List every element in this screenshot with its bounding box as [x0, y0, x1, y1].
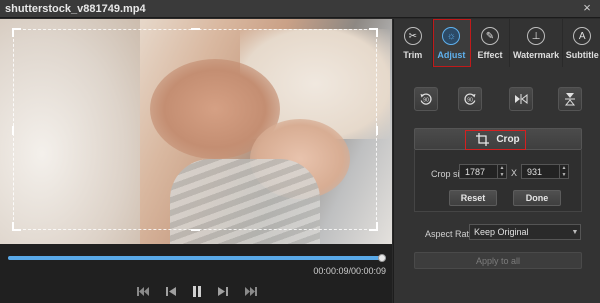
progress-bar[interactable]	[8, 254, 386, 262]
subtitle-icon: A	[573, 27, 592, 45]
crop-handle-bottom-right[interactable]	[369, 222, 378, 231]
crop-handle-right[interactable]	[376, 126, 378, 135]
tab-label: Subtitle	[565, 50, 599, 60]
rotate-right-90-icon: 90	[464, 93, 476, 105]
edit-panel: ✂ Trim ☼ Adjust ✎ Effect ⊥ Watermark A S…	[393, 19, 600, 303]
tab-adjust[interactable]: ☼ Adjust	[432, 19, 472, 67]
rotate-right-button[interactable]: 90	[458, 87, 482, 111]
playback-controls	[0, 280, 392, 303]
rotate-left-label: 90	[423, 97, 429, 103]
video-frame	[0, 19, 392, 244]
skip-forward-icon	[245, 286, 257, 296]
tab-label: Effect	[477, 50, 503, 60]
crop-handle-bottom[interactable]	[191, 229, 200, 231]
crop-settings: Crop size: 1787 ▲ ▼ X 931 ▲ ▼ Reset Done	[414, 150, 582, 212]
rotate-right-label: 90	[467, 97, 473, 103]
crop-handle-top[interactable]	[191, 28, 200, 30]
rotate-left-button[interactable]: 90	[414, 87, 438, 111]
pause-icon	[193, 285, 201, 297]
skip-forward-button[interactable]	[243, 284, 259, 298]
flip-vertical-button[interactable]	[558, 87, 582, 111]
edit-tabs: ✂ Trim ☼ Adjust ✎ Effect ⊥ Watermark A S…	[394, 19, 600, 67]
chevron-down-icon: ▼	[571, 228, 579, 236]
tab-watermark[interactable]: ⊥ Watermark	[510, 19, 564, 67]
progress-handle[interactable]	[378, 254, 386, 262]
aspect-ratio-select[interactable]: Keep Original ▼	[469, 224, 581, 240]
crop-handle-top-right[interactable]	[369, 28, 378, 37]
decrement-icon[interactable]: ▼	[498, 172, 506, 179]
scissors-icon: ✂	[403, 27, 422, 45]
prev-frame-icon	[166, 286, 176, 296]
pause-button[interactable]	[189, 284, 205, 298]
tab-label: Trim	[403, 50, 423, 60]
flip-horizontal-icon	[515, 93, 528, 105]
crop-width-value[interactable]: 1787	[460, 167, 497, 177]
crop-section-header[interactable]: Crop	[414, 128, 582, 150]
brightness-icon: ☼	[442, 27, 461, 45]
title-bar: shutterstock_v881749.mp4 ×	[0, 0, 600, 18]
watermark-icon: ⊥	[527, 27, 546, 45]
done-button[interactable]: Done	[513, 190, 561, 206]
crop-height-stepper[interactable]: 931 ▲ ▼	[521, 164, 569, 179]
crop-rectangle[interactable]	[12, 28, 378, 231]
rotate-flip-buttons: 90 90	[414, 87, 584, 111]
crop-handle-bottom-left[interactable]	[12, 222, 21, 231]
time-display: 00:00:09/00:00:09	[313, 266, 386, 276]
window-title: shutterstock_v881749.mp4	[5, 3, 146, 15]
close-button[interactable]: ×	[580, 1, 594, 15]
decrement-icon[interactable]: ▼	[560, 172, 568, 179]
apply-to-all-button[interactable]: Apply to all	[414, 252, 582, 269]
tab-effect[interactable]: ✎ Effect	[471, 19, 510, 67]
prev-frame-button[interactable]	[163, 284, 179, 298]
tab-subtitle[interactable]: A Subtitle	[563, 19, 600, 67]
crop-height-value[interactable]: 931	[522, 167, 559, 177]
next-frame-button[interactable]	[215, 284, 231, 298]
tab-trim[interactable]: ✂ Trim	[394, 19, 433, 67]
crop-handle-top-left[interactable]	[12, 28, 21, 37]
skip-back-button[interactable]	[135, 284, 151, 298]
skip-back-icon	[137, 286, 149, 296]
tab-label: Watermark	[513, 50, 560, 60]
wand-icon: ✎	[480, 27, 499, 45]
video-preview-area: 00:00:09/00:00:09	[0, 19, 392, 303]
aspect-ratio-value: Keep Original	[474, 227, 529, 237]
tab-label: Adjust	[437, 50, 466, 60]
crop-label: Crop	[496, 133, 520, 145]
next-frame-icon	[218, 286, 228, 296]
crop-icon	[476, 132, 490, 146]
flip-vertical-icon	[564, 93, 576, 106]
flip-horizontal-button[interactable]	[509, 87, 533, 111]
crop-width-stepper[interactable]: 1787 ▲ ▼	[459, 164, 507, 179]
reset-button[interactable]: Reset	[449, 190, 497, 206]
progress-fill	[8, 256, 386, 260]
rotate-left-90-icon: 90	[420, 93, 432, 105]
crop-separator: X	[511, 168, 518, 178]
crop-handle-left[interactable]	[12, 126, 14, 135]
